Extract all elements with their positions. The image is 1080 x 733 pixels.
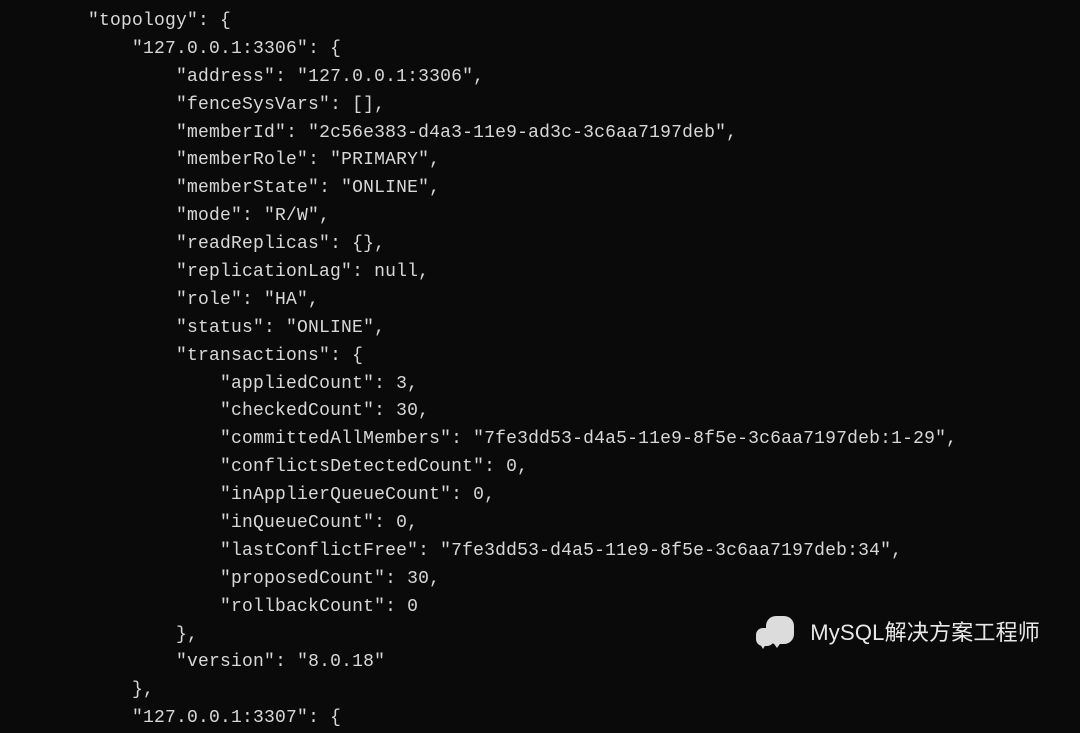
code-line: "status": "ONLINE", (0, 318, 385, 338)
code-line: "proposedCount": 30, (0, 569, 440, 589)
code-line: "lastConflictFree": "7fe3dd53-d4a5-11e9-… (0, 541, 902, 561)
code-line: "conflictsDetectedCount": 0, (0, 457, 528, 477)
code-line: "committedAllMembers": "7fe3dd53-d4a5-11… (0, 429, 957, 449)
code-line: "127.0.0.1:3306": { (0, 39, 341, 59)
code-line: "fenceSysVars": [], (0, 95, 385, 115)
code-line: "rollbackCount": 0 (0, 597, 418, 617)
code-line: "transactions": { (0, 346, 363, 366)
code-line: "readReplicas": {}, (0, 234, 385, 254)
code-line: "replicationLag": null, (0, 262, 429, 282)
code-line: }, (0, 625, 198, 645)
watermark-text: MySQL解决方案工程师 (810, 616, 1040, 650)
code-line: "mode": "R/W", (0, 206, 330, 226)
code-line: "checkedCount": 30, (0, 401, 429, 421)
watermark: MySQL解决方案工程师 (756, 614, 1040, 652)
code-line: "memberState": "ONLINE", (0, 178, 440, 198)
code-line: "version": "8.0.18" (0, 652, 385, 672)
code-line: "127.0.0.1:3307": { (0, 708, 341, 728)
code-line: "role": "HA", (0, 290, 319, 310)
code-line: "address": "127.0.0.1:3306", (0, 67, 484, 87)
code-line: "appliedCount": 3, (0, 374, 418, 394)
code-line: "memberRole": "PRIMARY", (0, 150, 440, 170)
code-line: "topology": { (0, 11, 231, 31)
code-line: "memberId": "2c56e383-d4a3-11e9-ad3c-3c6… (0, 123, 737, 143)
wechat-icon (756, 614, 800, 652)
code-line: "inQueueCount": 0, (0, 513, 418, 533)
code-line: }, (0, 680, 154, 700)
code-line: "inApplierQueueCount": 0, (0, 485, 495, 505)
